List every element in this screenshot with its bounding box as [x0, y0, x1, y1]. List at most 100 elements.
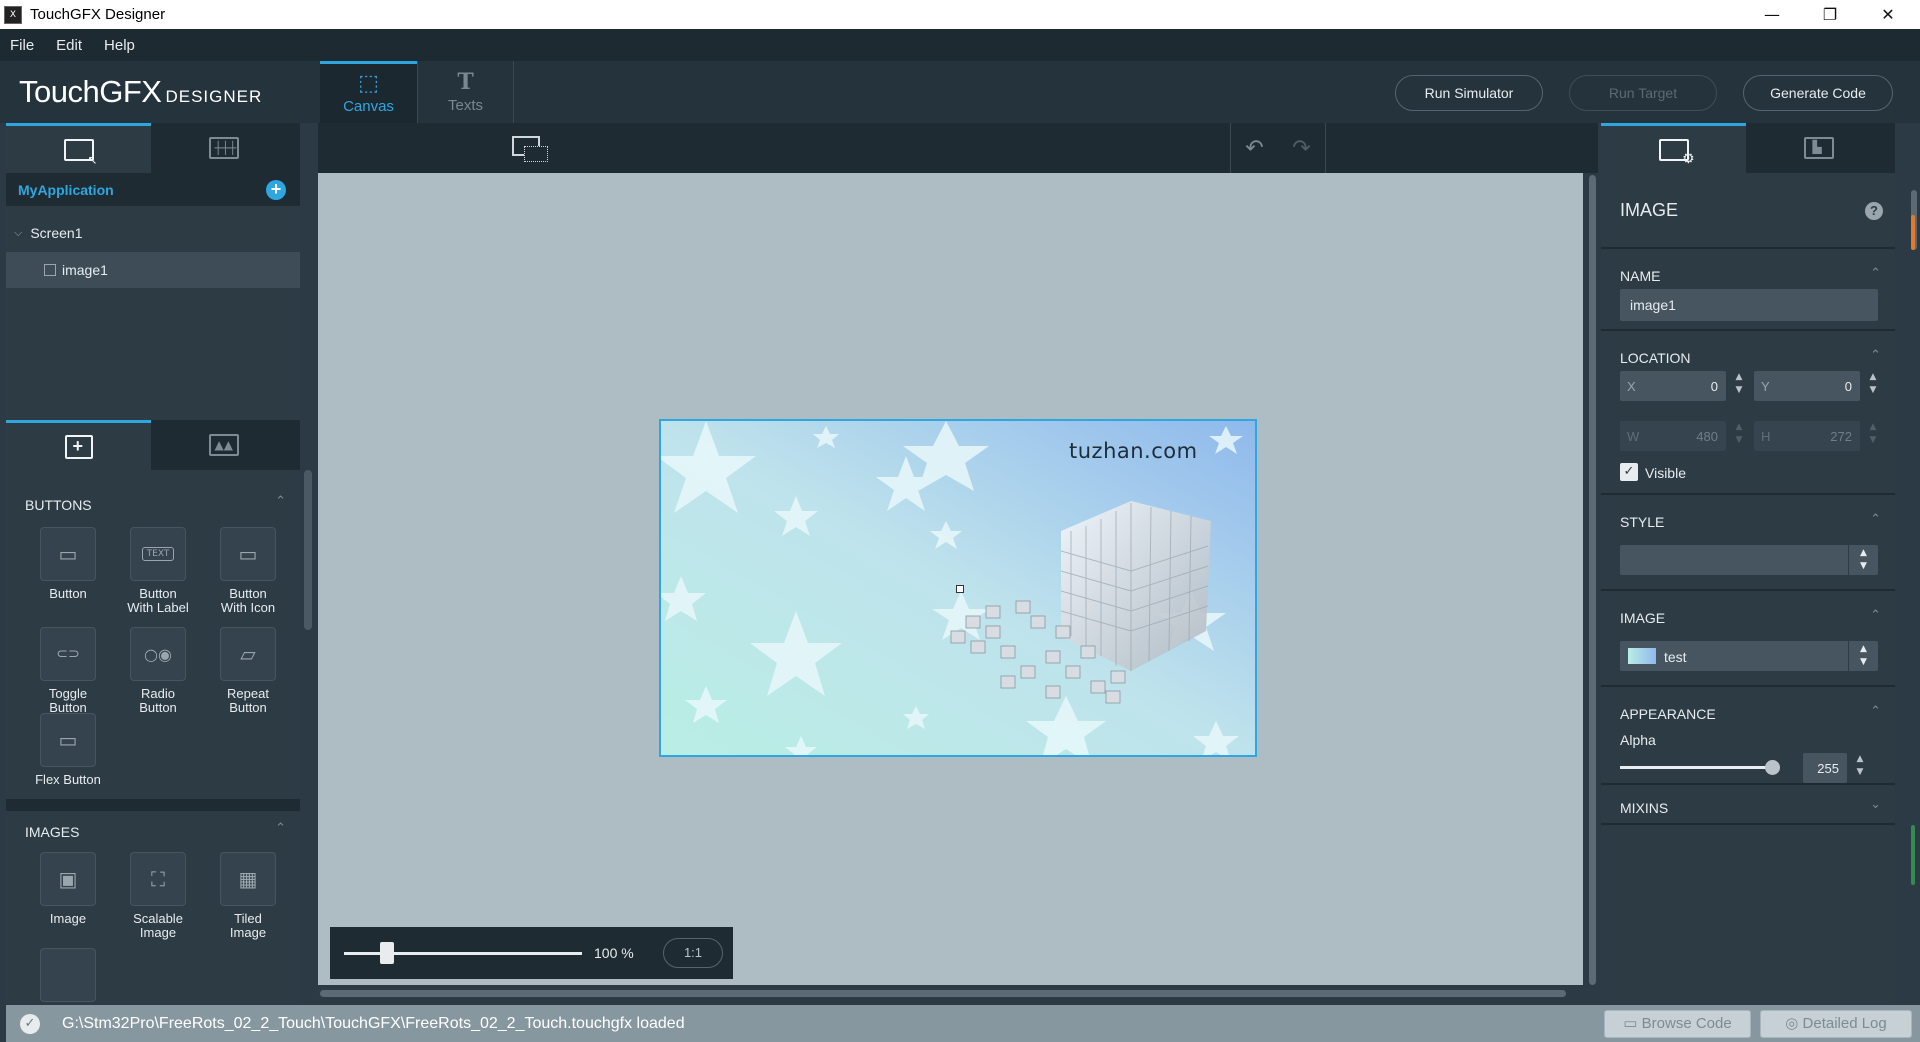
tab-interactions[interactable]: ┼┼┼	[151, 123, 296, 173]
canvas-horizontal-scrollbar[interactable]	[318, 988, 1566, 998]
widget-more[interactable]	[23, 948, 113, 1002]
x-value: 0	[1710, 379, 1718, 394]
image-dropdown[interactable]: test ▲ ▼	[1620, 641, 1878, 671]
undo-redo-group: ↶ ↷	[1230, 123, 1326, 173]
alpha-slider-track[interactable]	[1620, 766, 1772, 769]
undo-icon[interactable]: ↶	[1245, 136, 1263, 161]
add-widget-icon: +	[64, 434, 93, 459]
chevron-up-icon[interactable]: ⌃	[1870, 512, 1881, 527]
widget-button-with-icon-label: Button With Icon	[220, 586, 276, 615]
image-icon: ▣	[40, 852, 96, 906]
left-panel-scrollbar[interactable]	[304, 470, 312, 630]
watermark-text: tuzhan.com	[1069, 439, 1198, 463]
chevron-up-icon[interactable]: ⌃	[1870, 266, 1881, 281]
prop-mixins-section[interactable]: MIXINS ⌄	[1601, 785, 1895, 825]
name-input[interactable]: image1	[1620, 289, 1878, 321]
dropdown-arrows-icon: ▲ ▼	[1848, 545, 1878, 575]
tiled-image-icon: ▦	[220, 852, 276, 906]
h-value: 272	[1830, 429, 1852, 444]
chevron-down-icon[interactable]: ⌄	[1870, 797, 1881, 812]
radio-button-icon: ○◉	[130, 627, 186, 681]
widget-button-with-icon[interactable]: ▭ Button With Icon	[203, 527, 293, 615]
interaction-icon: ▙	[1803, 137, 1834, 159]
screen-size-icon[interactable]	[512, 136, 548, 162]
add-screen-icon[interactable]: +	[266, 180, 286, 200]
minimize-button[interactable]: —	[1743, 0, 1801, 29]
tree-item-screen1[interactable]: ⌵ Screen1	[6, 215, 300, 251]
run-target-button[interactable]: Run Target	[1569, 75, 1717, 111]
style-dropdown[interactable]: ▲ ▼	[1620, 545, 1878, 575]
tab-canvas[interactable]: ⬚ Canvas	[320, 61, 417, 123]
tab-interactions-right[interactable]: ▙	[1746, 123, 1891, 173]
generate-code-button[interactable]: Generate Code	[1743, 75, 1893, 111]
selection-handle[interactable]	[956, 585, 964, 593]
widget-button-with-label[interactable]: TEXT Button With Label	[113, 527, 203, 615]
y-field[interactable]: Y 0	[1754, 371, 1860, 401]
prop-style-section: STYLE ⌃ ▲ ▼	[1601, 495, 1895, 591]
main-toolbar: TouchGFX DESIGNER ⬚ Canvas T Texts Run Si…	[0, 61, 1920, 123]
close-button[interactable]: ✕	[1859, 0, 1917, 29]
tab-properties[interactable]: ⚙	[1601, 123, 1746, 173]
application-name: MyApplication	[18, 182, 114, 198]
tab-texts[interactable]: T Texts	[417, 61, 514, 123]
y-stepper-icon[interactable]: ▲ ▼	[1862, 371, 1884, 401]
widget-button-with-label-label: Button With Label	[127, 586, 189, 615]
menu-help[interactable]: Help	[104, 37, 135, 54]
widget-panel-tabs: + ▲▲	[6, 420, 300, 470]
widget-repeat-button[interactable]: ▱ Repeat Button	[203, 627, 293, 715]
application-row[interactable]: MyApplication +	[6, 173, 300, 206]
redo-icon[interactable]: ↷	[1292, 136, 1310, 161]
canvas-vertical-scrollbar[interactable]	[1588, 173, 1598, 985]
widget-toggle-button[interactable]: ⊂⊃ Toggle Button	[23, 627, 113, 715]
h-stepper-icon: ▲ ▼	[1869, 422, 1877, 445]
chevron-down-icon[interactable]: ⌵	[14, 226, 22, 240]
prop-name-title: NAME	[1620, 268, 1661, 284]
sliders-icon: ┼┼┼	[208, 137, 239, 159]
alpha-stepper-icon[interactable]: ▲ ▼	[1849, 753, 1871, 783]
widget-scalable-image[interactable]: ⛶ Scalable Image	[113, 852, 203, 940]
section-buttons-title: BUTTONS	[25, 497, 92, 513]
widget-toggle-button-label: Toggle Button	[48, 686, 88, 715]
canvas-area[interactable]: tuzhan.com 100 % 1:1	[318, 173, 1583, 985]
tab-images[interactable]: ▲▲	[151, 420, 296, 470]
tree-item-image1[interactable]: image1	[6, 252, 300, 288]
chevron-up-icon[interactable]: ⌃	[1870, 348, 1881, 363]
alpha-field[interactable]: 255	[1803, 753, 1847, 783]
y-label: Y	[1761, 379, 1770, 394]
w-label: W	[1627, 429, 1640, 444]
widget-radio-button[interactable]: ○◉ Radio Button	[113, 627, 203, 715]
zoom-reset-button[interactable]: 1:1	[663, 938, 723, 968]
menu-file[interactable]: File	[10, 37, 34, 54]
chevron-up-icon[interactable]: ⌃	[1870, 608, 1881, 623]
widget-tiled-image[interactable]: ▦ Tiled Image	[203, 852, 293, 940]
chevron-up-icon[interactable]: ⌃	[1870, 704, 1881, 719]
x-field[interactable]: X 0	[1620, 371, 1726, 401]
section-buttons-header[interactable]: BUTTONS ⌃	[6, 484, 300, 524]
button-with-icon-icon: ▭	[220, 527, 276, 581]
texts-icon: T	[457, 68, 474, 95]
chevron-up-icon[interactable]: ⌃	[275, 494, 286, 509]
x-stepper-icon[interactable]: ▲ ▼	[1728, 371, 1750, 401]
help-icon[interactable]: ?	[1865, 202, 1883, 220]
prop-name-section: NAME ⌃ image1	[1601, 249, 1895, 331]
zoom-slider-thumb[interactable]	[379, 942, 394, 964]
prop-appearance-title: APPEARANCE	[1620, 706, 1716, 722]
widget-image[interactable]: ▣ Image	[23, 852, 113, 926]
widget-flex-button[interactable]: ▭ Flex Button	[23, 713, 113, 787]
visible-checkbox[interactable]: ✓	[1620, 463, 1638, 481]
tab-screens[interactable]: ↖	[6, 123, 151, 173]
run-simulator-button[interactable]: Run Simulator	[1395, 75, 1543, 111]
detailed-log-button[interactable]: ◎ Detailed Log	[1760, 1010, 1912, 1038]
tab-widgets[interactable]: +	[6, 420, 151, 470]
section-images-header[interactable]: IMAGES ⌃	[6, 811, 300, 851]
y-value: 0	[1844, 379, 1852, 394]
browse-code-button[interactable]: ▭ Browse Code	[1604, 1010, 1751, 1038]
h-field: H 272	[1754, 421, 1860, 451]
restore-button[interactable]: ❐	[1801, 0, 1859, 29]
dropdown-arrows-icon: ▲ ▼	[1848, 641, 1878, 671]
menu-edit[interactable]: Edit	[56, 37, 82, 54]
image1-widget[interactable]: tuzhan.com	[659, 419, 1257, 757]
widget-button[interactable]: ▭ Button	[23, 527, 113, 601]
alpha-slider-thumb[interactable]	[1765, 760, 1780, 775]
chevron-up-icon[interactable]: ⌃	[275, 821, 286, 836]
